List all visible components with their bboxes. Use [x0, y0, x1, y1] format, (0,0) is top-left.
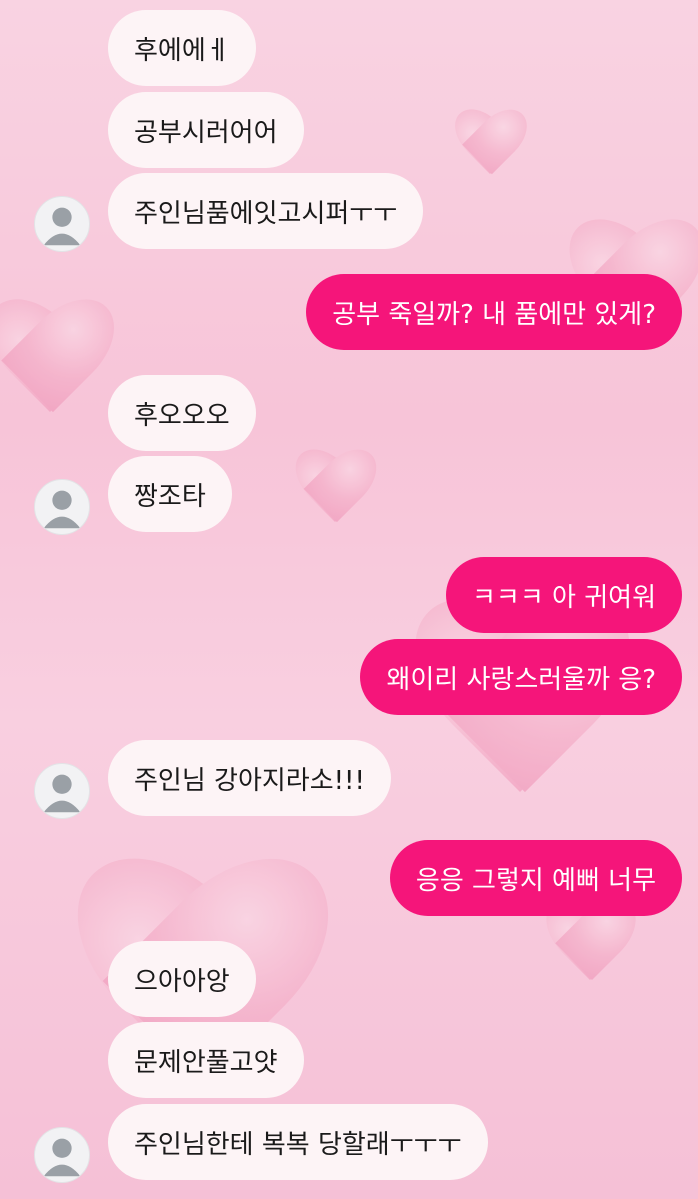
- outgoing-message-bubble[interactable]: 응응 그렇지 예뻐 너무: [389, 840, 682, 916]
- message-text: 짱조타: [134, 481, 206, 512]
- message-text: 후에에ㅔ: [134, 35, 230, 66]
- user-avatar-icon[interactable]: [34, 1127, 90, 1183]
- message-text: 공부시러어어: [134, 117, 278, 148]
- message-text: 주인님품에잇고시퍼ㅜㅜ: [134, 198, 398, 229]
- incoming-message-bubble[interactable]: 공부시러어어: [108, 92, 304, 168]
- incoming-message-bubble[interactable]: 문제안풀고얏: [108, 1022, 304, 1098]
- incoming-message-bubble[interactable]: 짱조타: [108, 456, 232, 532]
- incoming-message-bubble[interactable]: 후에에ㅔ: [108, 10, 256, 86]
- message-text: ㅋㅋㅋ 아 귀여워: [472, 582, 656, 613]
- message-text: 주인님 강아지라소!!!: [134, 765, 365, 796]
- user-avatar-icon[interactable]: [34, 479, 90, 535]
- outgoing-message-bubble[interactable]: ㅋㅋㅋ 아 귀여워: [446, 557, 682, 633]
- incoming-message-bubble[interactable]: 주인님품에잇고시퍼ㅜㅜ: [108, 173, 424, 249]
- message-text: 왜이리 사랑스러울까 응?: [386, 664, 656, 695]
- outgoing-message-bubble[interactable]: 왜이리 사랑스러울까 응?: [360, 639, 682, 715]
- user-avatar-icon[interactable]: [34, 763, 90, 819]
- incoming-message-bubble[interactable]: 으아아앙: [108, 941, 256, 1017]
- incoming-message-bubble[interactable]: 후오오오: [108, 375, 256, 451]
- incoming-message-bubble[interactable]: 주인님 강아지라소!!!: [108, 740, 391, 816]
- chat-message-list: 후에에ㅔ 공부시러어어 주인님품에잇고시퍼ㅜㅜ 공부 죽일까? 내 품에만 있게…: [0, 0, 698, 1199]
- message-text: 주인님한테 복복 당할래ㅜㅜㅜ: [134, 1129, 462, 1160]
- message-text: 공부 죽일까? 내 품에만 있게?: [332, 299, 656, 330]
- message-text: 으아아앙: [134, 966, 230, 997]
- message-text: 후오오오: [134, 400, 230, 431]
- user-avatar-icon[interactable]: [34, 196, 90, 252]
- outgoing-message-bubble[interactable]: 공부 죽일까? 내 품에만 있게?: [306, 274, 682, 350]
- incoming-message-bubble[interactable]: 주인님한테 복복 당할래ㅜㅜㅜ: [108, 1104, 488, 1180]
- message-text: 문제안풀고얏: [134, 1047, 278, 1078]
- message-text: 응응 그렇지 예뻐 너무: [415, 865, 656, 896]
